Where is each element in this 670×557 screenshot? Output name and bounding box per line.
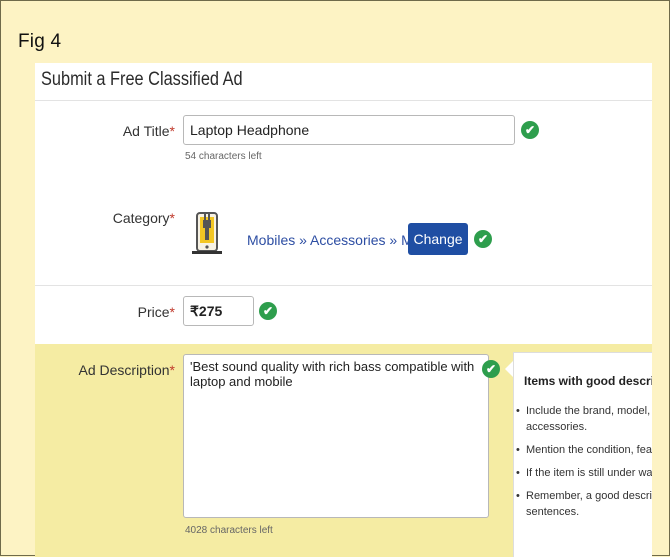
description-characters-left: 4028 characters left <box>185 525 273 536</box>
tip-item: Remember, a good description r 2-3 sente… <box>516 488 652 520</box>
description-tips-box: Items with good description Include the … <box>513 352 652 557</box>
ad-title-label: Ad Title* <box>122 123 175 139</box>
required-mark: * <box>169 304 175 320</box>
tip-item: Mention the condition, features selling. <box>516 442 652 458</box>
category-valid-check-icon: ✔ <box>474 230 492 248</box>
price-valid-check-icon: ✔ <box>259 302 277 320</box>
ad-description-value: 'Best sound quality with rich bass compa… <box>190 359 475 389</box>
ad-title-characters-left: 54 characters left <box>185 151 262 162</box>
price-label: Price* <box>137 304 175 320</box>
category-label: Category* <box>112 210 175 226</box>
tips-title: Items with good description <box>524 374 652 388</box>
tip-item: If the item is still under warranty <box>516 465 652 481</box>
price-input[interactable]: ₹275 <box>183 296 254 326</box>
charger-category-icon <box>192 212 222 254</box>
ad-title-input[interactable]: Laptop Headphone <box>183 115 515 145</box>
category-divider <box>35 285 652 286</box>
price-value: ₹275 <box>190 303 223 319</box>
page-title: Submit a Free Classified Ad <box>41 69 243 90</box>
required-mark: * <box>169 123 175 139</box>
classified-ad-form: Submit a Free Classified Ad Ad Title* La… <box>35 63 652 557</box>
figure-label: Fig 4 <box>18 31 62 52</box>
ad-title-valid-check-icon: ✔ <box>521 121 539 139</box>
ad-title-value: Laptop Headphone <box>190 122 310 138</box>
figure-frame: Fig 4 Submit a Free Classified Ad Ad Tit… <box>0 0 670 557</box>
description-label: Ad Description* <box>78 362 176 378</box>
required-mark: * <box>169 362 175 378</box>
ad-description-textarea[interactable]: 'Best sound quality with rich bass compa… <box>183 354 489 518</box>
tips-pointer <box>505 361 513 377</box>
required-mark: * <box>169 210 175 226</box>
description-valid-check-icon: ✔ <box>482 360 500 378</box>
tip-item: Include the brand, model, age a included… <box>516 403 652 435</box>
change-category-button[interactable]: Change <box>408 223 468 255</box>
tips-list: Include the brand, model, age a included… <box>516 403 652 527</box>
title-divider <box>35 100 652 101</box>
